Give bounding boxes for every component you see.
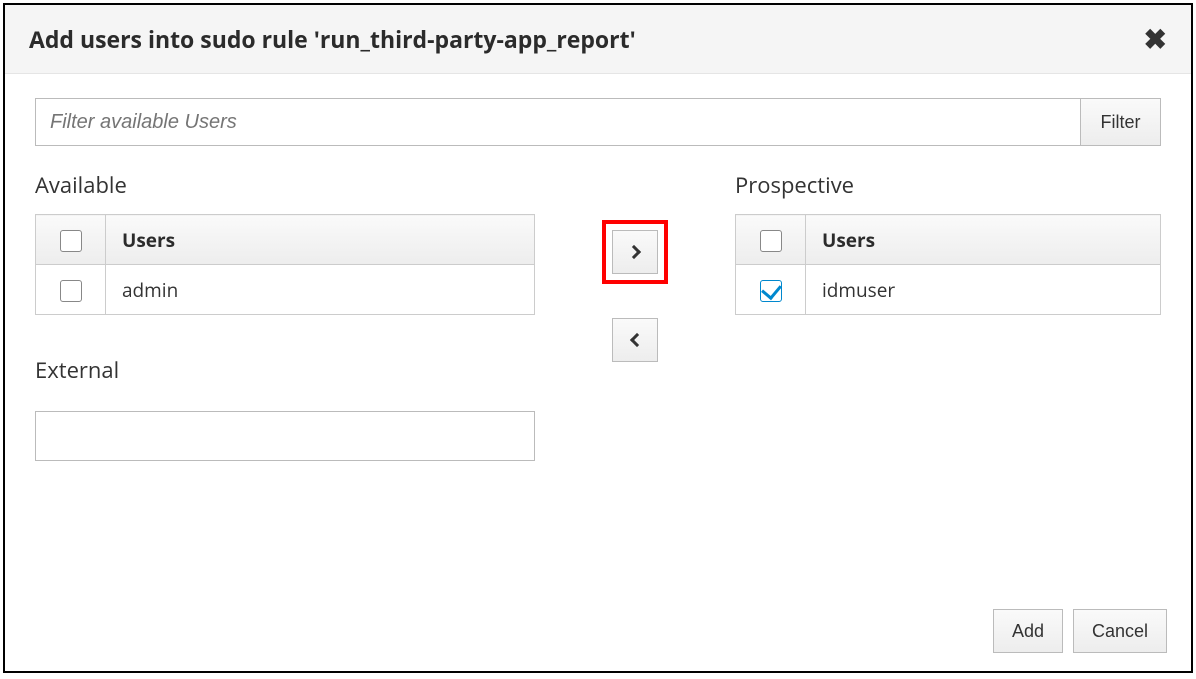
external-section: External [35, 355, 535, 461]
available-select-all-cell [36, 215, 106, 265]
prospective-column-header: Users [806, 215, 1161, 265]
table-row: idmuser [736, 265, 1161, 315]
highlight-box [602, 220, 668, 284]
available-select-all-checkbox[interactable] [60, 230, 82, 252]
available-label: Available [35, 170, 535, 200]
row-name[interactable]: admin [106, 265, 535, 315]
move-right-button[interactable] [612, 230, 658, 274]
dialog-title: Add users into sudo rule 'run_third-part… [29, 23, 636, 55]
available-panel: Available Users [35, 170, 535, 461]
row-checkbox[interactable] [60, 280, 82, 302]
dialog-header: Add users into sudo rule 'run_third-part… [5, 5, 1191, 74]
move-buttons [535, 170, 735, 362]
available-column-header: Users [106, 215, 535, 265]
prospective-select-all-cell [736, 215, 806, 265]
filter-row: Filter [35, 98, 1161, 146]
chevron-left-icon [629, 333, 643, 347]
external-label: External [35, 355, 535, 385]
available-table: Users admin [35, 214, 535, 315]
add-button[interactable]: Add [993, 609, 1063, 653]
move-left-button[interactable] [612, 318, 658, 362]
dialog-footer: Add Cancel [5, 595, 1191, 671]
chevron-right-icon [626, 245, 640, 259]
picker-row: Available Users [35, 170, 1161, 461]
prospective-table: Users idmuser [735, 214, 1161, 315]
dialog-body: Filter Available Users [5, 74, 1191, 595]
prospective-panel: Prospective Users [735, 170, 1161, 315]
close-icon[interactable]: ✖ [1144, 25, 1167, 53]
row-name[interactable]: idmuser [806, 265, 1161, 315]
filter-button[interactable]: Filter [1081, 98, 1161, 146]
external-input[interactable] [35, 411, 535, 461]
row-checkbox[interactable] [760, 280, 782, 302]
add-users-dialog: Add users into sudo rule 'run_third-part… [3, 3, 1193, 673]
table-row: admin [36, 265, 535, 315]
prospective-label: Prospective [735, 170, 1161, 200]
cancel-button[interactable]: Cancel [1073, 609, 1167, 653]
prospective-select-all-checkbox[interactable] [760, 230, 782, 252]
filter-input[interactable] [35, 98, 1081, 146]
